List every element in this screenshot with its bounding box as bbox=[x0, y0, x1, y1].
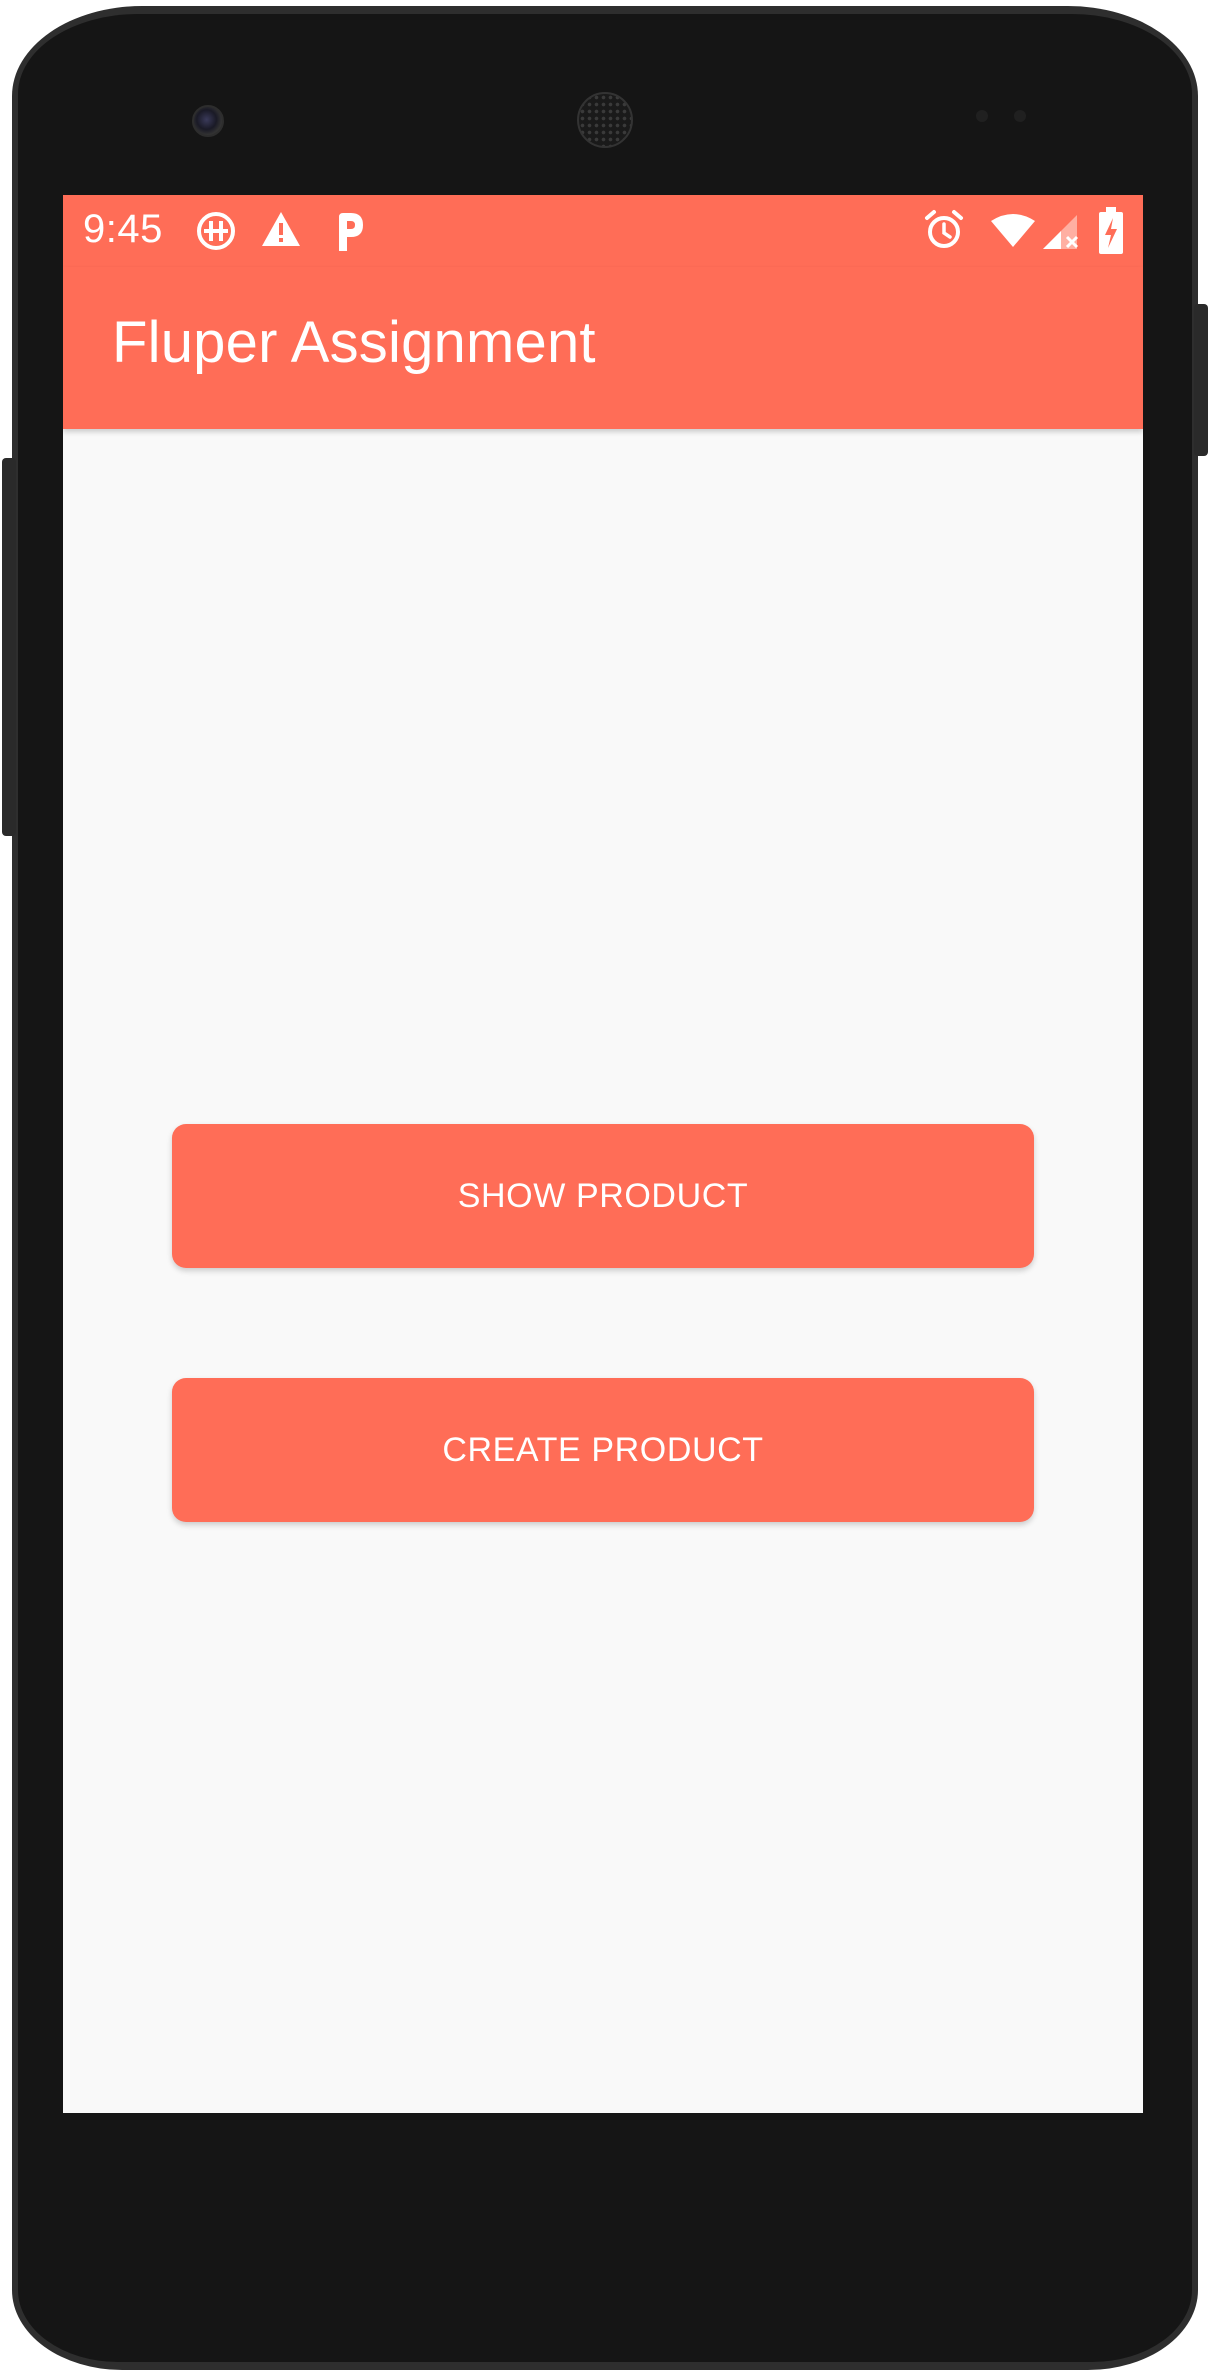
light-sensor bbox=[1014, 110, 1026, 122]
front-camera bbox=[192, 105, 224, 137]
parking-app-icon bbox=[339, 213, 363, 251]
device-frame: 9:45 Fluper Assignment SHOW PRODUCT CREA… bbox=[0, 0, 1210, 2375]
battery-charging-icon bbox=[1099, 207, 1123, 254]
app-toolbar: Fluper Assignment bbox=[63, 267, 1143, 429]
show-product-button[interactable]: SHOW PRODUCT bbox=[172, 1124, 1034, 1268]
wifi-icon bbox=[991, 214, 1035, 247]
power-button bbox=[1194, 304, 1208, 456]
volume-button bbox=[2, 458, 16, 836]
status-time: 9:45 bbox=[83, 207, 163, 251]
screen: 9:45 Fluper Assignment SHOW PRODUCT CREA… bbox=[63, 195, 1143, 2113]
status-bar: 9:45 bbox=[63, 195, 1143, 267]
warning-icon bbox=[262, 212, 300, 246]
app-title: Fluper Assignment bbox=[112, 310, 596, 375]
alarm-clock-icon bbox=[925, 210, 963, 248]
cell-signal-no-service-icon bbox=[1043, 215, 1079, 249]
earpiece-speaker bbox=[577, 92, 633, 148]
create-product-button[interactable]: CREATE PRODUCT bbox=[172, 1378, 1034, 1522]
hippo-app-icon bbox=[197, 212, 235, 250]
proximity-sensor bbox=[976, 110, 988, 122]
